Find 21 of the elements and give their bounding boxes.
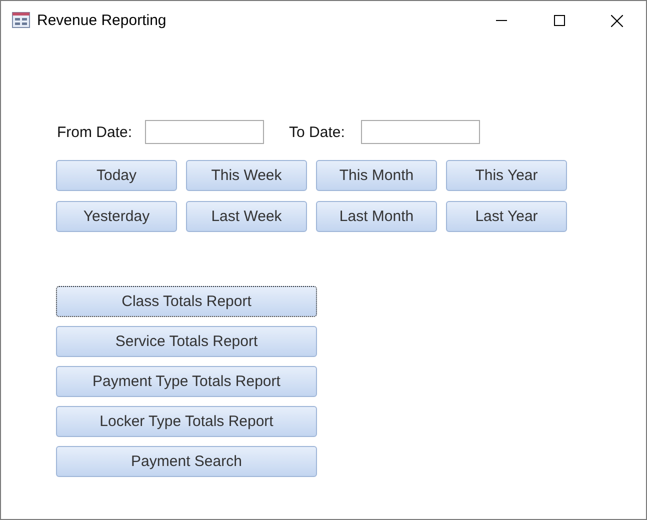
report-button[interactable]: Payment Type Totals Report [56, 366, 317, 397]
date-range-button[interactable]: This Year [446, 160, 567, 191]
date-range-button[interactable]: This Month [316, 160, 437, 191]
date-range-button[interactable]: Yesterday [56, 201, 177, 232]
date-range-button[interactable]: Last Month [316, 201, 437, 232]
date-field[interactable] [360, 120, 480, 144]
date-field[interactable] [145, 120, 264, 144]
report-button[interactable]: Class Totals Report [56, 286, 317, 317]
report-button[interactable]: Payment Search [56, 446, 317, 477]
form-icon [12, 12, 30, 28]
close-icon [611, 14, 623, 26]
window-title: Revenue Reporting [37, 12, 166, 29]
report-button[interactable]: Locker Type Totals Report [56, 406, 317, 437]
date-range-button[interactable]: Today [56, 160, 177, 191]
date-range-button[interactable]: Last Year [446, 201, 567, 232]
date-label: To Date: [289, 124, 345, 140]
date-range-button[interactable]: Last Week [186, 201, 307, 232]
date-label: From Date: [57, 124, 132, 140]
report-button[interactable]: Service Totals Report [56, 326, 317, 357]
date-range-button[interactable]: This Week [186, 160, 307, 191]
maximize-icon [554, 15, 564, 26]
